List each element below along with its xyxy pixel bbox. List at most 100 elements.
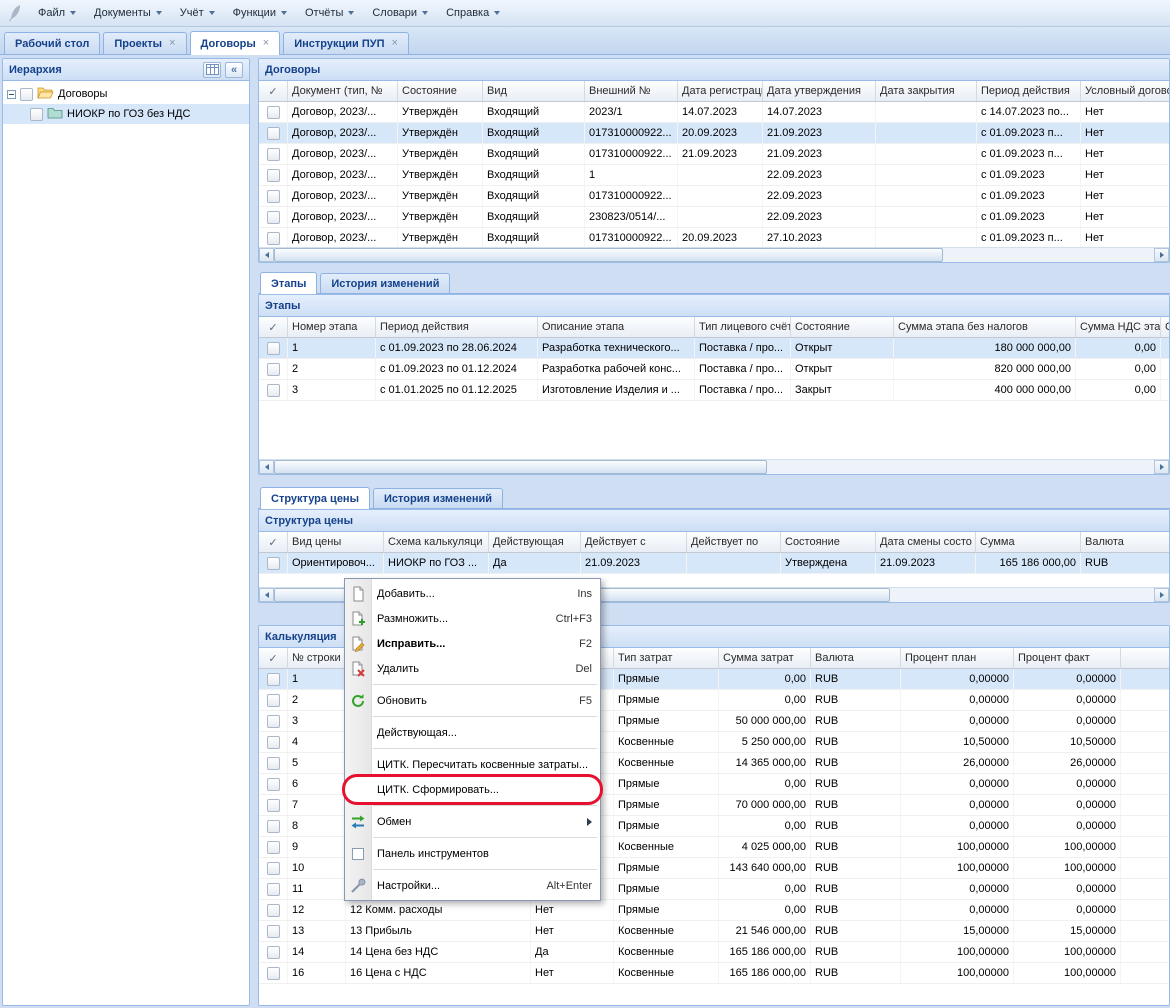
- scrollbar-track[interactable]: [274, 248, 1154, 262]
- column-header[interactable]: Сумма НДС этапа: [1076, 317, 1161, 337]
- column-header[interactable]: Схема калькуляци: [384, 532, 489, 552]
- menu-item-active-price[interactable]: Действующая...: [345, 720, 600, 745]
- row-checkbox[interactable]: [267, 904, 280, 917]
- select-all-checkbox-header[interactable]: ✓: [259, 81, 288, 101]
- row-checkbox[interactable]: [267, 715, 280, 728]
- table-row[interactable]: Договор, 2023/...УтверждёнВходящий230823…: [259, 207, 1169, 228]
- menu-item-refresh[interactable]: ОбновитьF5: [345, 688, 600, 713]
- tab-pup-instructions[interactable]: Инструкции ПУП×: [283, 32, 409, 54]
- table-row[interactable]: 1414 Цена без НДСДаКосвенные165 186 000,…: [259, 942, 1169, 963]
- scroll-left-icon[interactable]: [259, 588, 274, 602]
- tab-price-structure[interactable]: Структура цены: [260, 487, 370, 509]
- column-header[interactable]: Валюта: [1081, 532, 1169, 552]
- table-row[interactable]: Договор, 2023/...УтверждёнВходящий017310…: [259, 123, 1169, 144]
- row-checkbox[interactable]: [267, 190, 280, 203]
- column-header[interactable]: Тип затрат: [614, 648, 719, 668]
- collapse-panel-icon[interactable]: «: [225, 62, 243, 78]
- scroll-left-icon[interactable]: [259, 460, 274, 474]
- menu-item-add[interactable]: Добавить...Ins: [345, 581, 600, 606]
- column-header[interactable]: Дата утверждения: [763, 81, 876, 101]
- column-header[interactable]: Документ (тип, №: [288, 81, 398, 101]
- tab-close-icon[interactable]: ×: [392, 38, 398, 49]
- row-checkbox[interactable]: [267, 925, 280, 938]
- menu-item-exchange[interactable]: Обмен: [345, 809, 600, 834]
- column-header[interactable]: Состояние: [398, 81, 483, 101]
- scrollbar-thumb[interactable]: [274, 460, 767, 474]
- row-checkbox[interactable]: [267, 946, 280, 959]
- table-row[interactable]: Договор, 2023/...УтверждёнВходящий2023/1…: [259, 102, 1169, 123]
- column-header[interactable]: Период действия: [376, 317, 538, 337]
- tab-close-icon[interactable]: ×: [263, 38, 269, 49]
- column-header[interactable]: Состояние: [791, 317, 894, 337]
- menu-item-duplicate[interactable]: Размножить...Ctrl+F3: [345, 606, 600, 631]
- row-checkbox[interactable]: [267, 342, 280, 355]
- table-row[interactable]: Договор, 2023/...УтверждёнВходящий017310…: [259, 144, 1169, 165]
- tab-close-icon[interactable]: ×: [169, 38, 175, 49]
- scrollbar-thumb[interactable]: [274, 248, 943, 262]
- menu-item-delete[interactable]: УдалитьDel: [345, 656, 600, 681]
- row-checkbox[interactable]: [267, 967, 280, 980]
- menubar-item-functions[interactable]: Функции: [224, 3, 296, 23]
- column-header[interactable]: Условный догово: [1081, 81, 1169, 101]
- scroll-right-icon[interactable]: [1154, 588, 1169, 602]
- tree-node-checkbox[interactable]: [20, 88, 33, 101]
- row-checkbox[interactable]: [267, 736, 280, 749]
- select-all-checkbox-header[interactable]: ✓: [259, 532, 288, 552]
- column-header[interactable]: Номер этапа: [288, 317, 376, 337]
- tab-stages-change-history[interactable]: История изменений: [320, 273, 450, 293]
- scroll-right-icon[interactable]: [1154, 248, 1169, 262]
- tab-desktop[interactable]: Рабочий стол: [4, 32, 100, 54]
- column-header[interactable]: Дата закрытия: [876, 81, 977, 101]
- scrollbar-track[interactable]: [274, 460, 1154, 474]
- row-checkbox[interactable]: [267, 106, 280, 119]
- tab-price-change-history[interactable]: История изменений: [373, 488, 503, 508]
- row-checkbox[interactable]: [267, 841, 280, 854]
- tab-projects[interactable]: Проекты×: [103, 32, 186, 54]
- column-header[interactable]: Действует по: [687, 532, 781, 552]
- row-checkbox[interactable]: [267, 799, 280, 812]
- menubar-item-accounting[interactable]: Учёт: [171, 3, 224, 23]
- row-checkbox[interactable]: [267, 232, 280, 245]
- scroll-right-icon[interactable]: [1154, 460, 1169, 474]
- table-row[interactable]: 1616 Цена с НДСНетКосвенные165 186 000,0…: [259, 963, 1169, 984]
- row-checkbox[interactable]: [267, 673, 280, 686]
- menubar-item-help[interactable]: Справка: [437, 3, 509, 23]
- tree-node-niokr[interactable]: НИОКР по ГОЗ без НДС: [3, 104, 249, 124]
- table-row[interactable]: 2с 01.09.2023 по 01.12.2024Разработка ра…: [259, 359, 1169, 380]
- select-all-checkbox-header[interactable]: ✓: [259, 648, 288, 668]
- column-header[interactable]: Действует с: [581, 532, 687, 552]
- column-header[interactable]: Сумма этапа без налогов: [894, 317, 1076, 337]
- row-checkbox[interactable]: [267, 148, 280, 161]
- menubar-item-file[interactable]: Файл: [29, 3, 85, 23]
- menubar-item-documents[interactable]: Документы: [85, 3, 171, 23]
- column-header[interactable]: Состояние: [781, 532, 876, 552]
- column-header[interactable]: № строки: [288, 648, 346, 668]
- row-checkbox[interactable]: [267, 862, 280, 875]
- column-header[interactable]: Сумм: [1161, 317, 1169, 337]
- menu-item-citk-recalc[interactable]: ЦИТК. Пересчитать косвенные затраты...: [345, 752, 600, 777]
- row-checkbox[interactable]: [267, 127, 280, 140]
- table-row[interactable]: 1с 01.09.2023 по 28.06.2024Разработка те…: [259, 338, 1169, 359]
- table-row[interactable]: Договор, 2023/...УтверждёнВходящий017310…: [259, 186, 1169, 207]
- column-header[interactable]: [1121, 648, 1169, 668]
- column-header[interactable]: Вид: [483, 81, 585, 101]
- column-header[interactable]: Процент план: [901, 648, 1014, 668]
- column-header[interactable]: Внешний №: [585, 81, 678, 101]
- column-header[interactable]: Период действия: [977, 81, 1081, 101]
- column-header[interactable]: Действующая: [489, 532, 581, 552]
- select-all-checkbox-header[interactable]: ✓: [259, 317, 288, 337]
- menu-item-edit[interactable]: Исправить...F2: [345, 631, 600, 656]
- column-header[interactable]: Сумма: [976, 532, 1081, 552]
- row-checkbox[interactable]: [267, 820, 280, 833]
- table-row[interactable]: 1212 Комм. расходыНетПрямые0,00RUB0,0000…: [259, 900, 1169, 921]
- tab-contracts[interactable]: Договоры×: [190, 31, 281, 55]
- menu-item-settings[interactable]: Настройки...Alt+Enter: [345, 873, 600, 898]
- table-row[interactable]: 1313 ПрибыльНетКосвенные21 546 000,00RUB…: [259, 921, 1169, 942]
- column-header[interactable]: Тип лицевого счёт: [695, 317, 791, 337]
- menu-item-toolbar-toggle[interactable]: Панель инструментов: [345, 841, 600, 866]
- column-header[interactable]: Процент факт: [1014, 648, 1121, 668]
- row-checkbox[interactable]: [267, 694, 280, 707]
- column-header[interactable]: Описание этапа: [538, 317, 695, 337]
- scroll-left-icon[interactable]: [259, 248, 274, 262]
- row-checkbox[interactable]: [267, 169, 280, 182]
